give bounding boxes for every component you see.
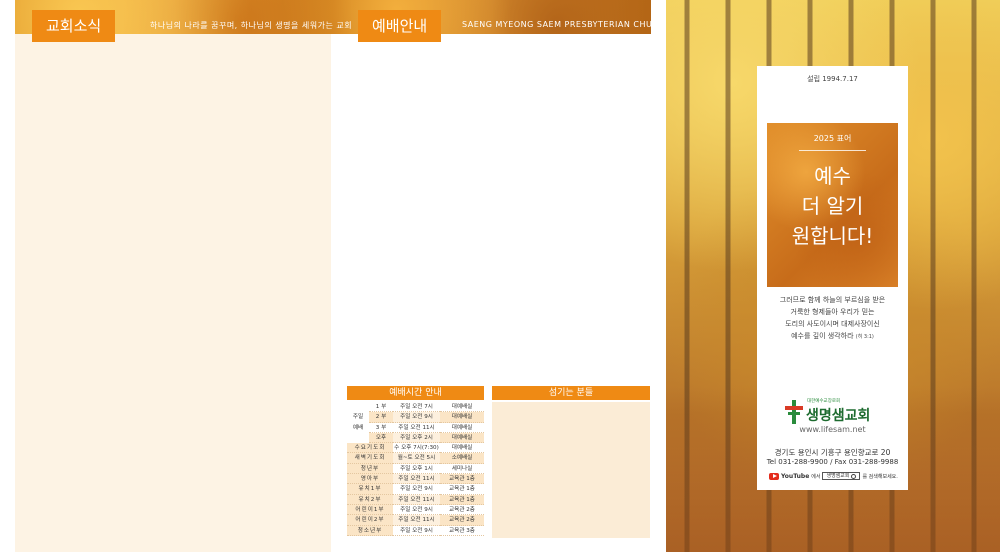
motto-box: 2025 표어 예수 더 알기 원합니다! <box>767 123 898 287</box>
worship-schedule-heading: 예배시간 안내 <box>347 386 484 400</box>
denomination-label: 대한예수교장로회 <box>807 399 841 404</box>
church-english-name: SAENG MYEONG SAEM PRESBYTERIAN CHURCH <box>462 20 671 29</box>
table-row: 오후 주일 오후 2시 대예배실 <box>347 432 484 444</box>
church-address: 경기도 용인시 기흥구 용인향교로 20 <box>774 448 891 457</box>
youtube-search-hint: YouTube 에서 생명샘교회 를 검색해보세요. <box>769 471 899 481</box>
sunday-group-label: 주일 <box>352 414 364 421</box>
table-row: 수요기도회 수 오후 7시(7:30) 대예배실 <box>347 443 484 454</box>
scripture-verse: 그러므로 함께 하늘의 부르심을 받은 거룩한 형제들아 우리가 믿는 도리의 … <box>779 296 886 340</box>
table-row: 청년부 주일 오후 1시 세미나실 <box>347 463 484 475</box>
table-row: 새벽기도회 월~토 오전 5시 소예배실 <box>347 453 484 464</box>
table-row: 유치2부 주일 오전 11시 교육관 1층 <box>347 494 484 505</box>
church-news-panel <box>15 34 331 552</box>
table-row: 어린이1부 주일 오전 9시 교육관 2층 <box>347 504 484 516</box>
worship-guide-tag: 예배안내 <box>358 10 442 42</box>
servants-box <box>492 402 650 538</box>
phone-fax: Tel 031-288-9900 / Fax 031-288-9988 <box>766 458 899 466</box>
cover-card: 설립 1994.7.17 2025 표어 예수 더 알기 원합니다! 그러므로 … <box>757 66 908 490</box>
table-row: 청소년부 주일 오전 9시 교육관 3층 <box>347 525 484 536</box>
sunday-group-label: 예배 <box>352 424 364 431</box>
search-icon <box>851 473 857 479</box>
motto-title: 예수 더 알기 원합니다! <box>791 164 874 248</box>
youtube-wordmark: YouTube <box>781 472 810 480</box>
table-row: 영아부 주일 오전 11시 교육관 1층 <box>347 474 484 485</box>
table-row: 주일 2 부 주일 오전 9시 대예배실 <box>347 412 484 423</box>
servants-heading: 섬기는 분들 <box>492 386 650 400</box>
church-news-tag: 교회소식 <box>32 10 116 42</box>
table-row: 유치1부 주일 오전 9시 교육관 1층 <box>347 484 484 495</box>
table-row: 어린이2부 주일 오전 11시 교육관 2층 <box>347 515 484 526</box>
cross-logo-icon <box>785 400 803 424</box>
youtube-icon <box>769 472 779 480</box>
motto-divider <box>799 150 866 151</box>
church-slogan: 하나님의 나라를 꿈꾸며, 하나님의 생명을 세워가는 교회 <box>150 21 353 30</box>
youtube-search-box: 생명샘교회 <box>822 472 861 480</box>
church-logo: 대한예수교장로회 생명샘교회 <box>785 398 885 426</box>
church-name: 생명샘교회 <box>806 408 871 424</box>
worship-schedule-table: 1 부 주일 오전 7시 대예배실 주일 2 부 주일 오전 9시 대예배실 예… <box>347 402 484 536</box>
table-row: 예배 3 부 주일 오전 11시 대예배실 <box>347 423 484 433</box>
verse-reference: (히 3:1) <box>855 334 874 340</box>
website-link[interactable]: www.lifesam.net <box>757 425 908 434</box>
table-row: 1 부 주일 오전 7시 대예배실 <box>347 402 484 413</box>
motto-year: 2025 표어 <box>813 134 852 143</box>
founding-date: 설립 1994.7.17 <box>807 75 858 83</box>
